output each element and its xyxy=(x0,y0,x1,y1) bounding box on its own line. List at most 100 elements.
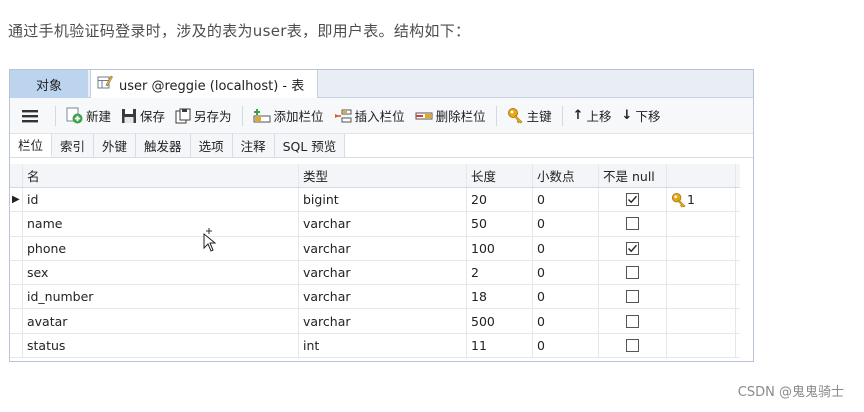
delete-field-button[interactable]: 删除栏位 xyxy=(410,102,491,130)
tab-foreign-keys[interactable]: 外键 xyxy=(94,134,137,157)
column-header-length[interactable]: 长度 xyxy=(466,164,532,187)
not-null-checkbox[interactable] xyxy=(626,338,639,352)
field-decimals-cell[interactable]: 0 xyxy=(532,236,598,260)
field-length-cell[interactable]: 100 xyxy=(466,236,532,260)
not-null-checkbox[interactable] xyxy=(626,217,639,231)
tab-fields[interactable]: 栏位 xyxy=(10,134,53,157)
field-type-cell[interactable]: varchar xyxy=(298,212,466,236)
field-key-cell[interactable] xyxy=(666,236,736,260)
field-name-cell[interactable]: sex xyxy=(22,260,298,285)
table-design-icon xyxy=(97,74,113,94)
delete-field-icon xyxy=(415,112,433,119)
not-null-checkbox[interactable] xyxy=(626,314,639,328)
insert-field-button[interactable]: 插入栏位 xyxy=(329,102,410,130)
not-null-checkbox[interactable] xyxy=(626,290,639,304)
add-field-button[interactable]: 添加栏位 xyxy=(248,102,329,130)
row-indicator[interactable] xyxy=(10,212,22,235)
column-header-not-null[interactable]: 不是 null xyxy=(598,164,666,187)
field-not-null-cell[interactable] xyxy=(598,236,666,260)
field-type-cell[interactable]: int xyxy=(298,333,466,358)
tab-objects[interactable]: 对象 xyxy=(10,70,88,98)
primary-key-button[interactable]: 主键 xyxy=(502,102,557,130)
row-indicator[interactable] xyxy=(10,285,22,308)
field-decimals-cell[interactable]: 0 xyxy=(532,285,598,309)
row-indicator[interactable]: ▶ xyxy=(10,188,22,211)
table-row[interactable]: status int 11 0 xyxy=(10,333,740,359)
column-header-decimals[interactable]: 小数点 xyxy=(532,164,598,187)
field-length-cell[interactable]: 2 xyxy=(466,260,532,285)
field-type-cell[interactable]: varchar xyxy=(298,309,466,333)
grid-header: 名 类型 长度 小数点 不是 null xyxy=(10,164,740,188)
field-key-cell[interactable] xyxy=(666,260,736,285)
field-length-cell[interactable]: 18 xyxy=(466,285,532,309)
field-length-cell[interactable]: 500 xyxy=(466,309,532,333)
field-key-cell[interactable] xyxy=(666,285,736,309)
field-type-cell[interactable]: varchar xyxy=(298,236,466,260)
row-indicator[interactable] xyxy=(10,334,22,357)
field-name-cell[interactable]: status xyxy=(22,333,298,358)
key-icon xyxy=(507,108,523,124)
tab-indexes[interactable]: 索引 xyxy=(52,134,95,157)
table-row[interactable]: name varchar 50 0 xyxy=(10,212,740,237)
tab-options[interactable]: 选项 xyxy=(190,134,233,157)
insert-field-label: 插入栏位 xyxy=(354,109,405,124)
save-icon xyxy=(122,108,137,123)
field-key-cell[interactable]: 1 xyxy=(666,188,736,212)
column-header-type[interactable]: 类型 xyxy=(298,164,466,187)
field-not-null-cell[interactable] xyxy=(598,285,666,309)
field-type-cell[interactable]: bigint xyxy=(298,188,466,212)
column-header-name[interactable]: 名 xyxy=(22,164,298,187)
arrow-up-icon: ↑ xyxy=(572,108,584,123)
field-decimals-cell[interactable]: 0 xyxy=(532,188,598,212)
not-null-checkbox[interactable] xyxy=(626,241,639,255)
not-null-checkbox[interactable] xyxy=(626,266,639,280)
field-key-cell[interactable] xyxy=(666,212,736,236)
column-header-key[interactable] xyxy=(666,164,736,187)
primary-key-icon xyxy=(671,192,687,208)
move-down-button[interactable]: ↓ 下移 xyxy=(617,102,666,130)
field-decimals-cell[interactable]: 0 xyxy=(532,260,598,285)
table-row[interactable]: phone varchar 100 0 xyxy=(10,236,740,261)
not-null-checkbox[interactable] xyxy=(626,193,639,207)
tab-bar: 对象 user @reggie (localhost) - 表 xyxy=(10,70,753,98)
field-name-cell[interactable]: id xyxy=(22,188,298,212)
row-indicator[interactable] xyxy=(10,309,22,332)
tab-sql-preview[interactable]: SQL 预览 xyxy=(274,134,346,157)
table-row[interactable]: sex varchar 2 0 xyxy=(10,260,740,286)
field-not-null-cell[interactable] xyxy=(598,212,666,236)
field-decimals-cell[interactable]: 0 xyxy=(532,333,598,358)
field-not-null-cell[interactable] xyxy=(598,188,666,212)
field-decimals-cell[interactable]: 0 xyxy=(532,212,598,236)
toolbar: 新建 保存 另存为 添加栏位 插入栏位 删除栏位 主键 ↑ 上移 ↓ 下移 xyxy=(10,98,753,134)
save-as-button[interactable]: 另存为 xyxy=(170,102,237,130)
field-length-cell[interactable]: 50 xyxy=(466,212,532,236)
tab-triggers[interactable]: 触发器 xyxy=(136,134,191,157)
hamburger-icon xyxy=(22,109,38,122)
table-row[interactable]: avatar varchar 500 0 xyxy=(10,309,740,334)
new-label: 新建 xyxy=(86,109,112,124)
field-not-null-cell[interactable] xyxy=(598,260,666,285)
field-type-cell[interactable]: varchar xyxy=(298,260,466,285)
field-name-cell[interactable]: avatar xyxy=(22,309,298,333)
table-row[interactable]: id_number varchar 18 0 xyxy=(10,285,740,310)
move-up-button[interactable]: ↑ 上移 xyxy=(568,102,617,130)
field-type-cell[interactable]: varchar xyxy=(298,285,466,309)
save-button[interactable]: 保存 xyxy=(116,102,170,130)
field-name-cell[interactable]: id_number xyxy=(22,285,298,309)
field-decimals-cell[interactable]: 0 xyxy=(532,309,598,333)
field-not-null-cell[interactable] xyxy=(598,333,666,358)
row-indicator[interactable] xyxy=(10,261,22,284)
field-name-cell[interactable]: name xyxy=(22,212,298,236)
tab-table-design[interactable]: user @reggie (localhost) - 表 xyxy=(90,70,318,98)
new-button[interactable]: 新建 xyxy=(61,102,116,130)
field-key-cell[interactable] xyxy=(666,309,736,333)
table-row[interactable]: ▶ id bigint 20 0 1 xyxy=(10,188,740,213)
field-length-cell[interactable]: 20 xyxy=(466,188,532,212)
row-indicator[interactable] xyxy=(10,237,22,260)
field-length-cell[interactable]: 11 xyxy=(466,333,532,358)
field-name-cell[interactable]: phone xyxy=(22,236,298,260)
menu-button[interactable] xyxy=(10,102,50,130)
tab-comments[interactable]: 注释 xyxy=(232,134,275,157)
field-key-cell[interactable] xyxy=(666,333,736,358)
field-not-null-cell[interactable] xyxy=(598,309,666,333)
